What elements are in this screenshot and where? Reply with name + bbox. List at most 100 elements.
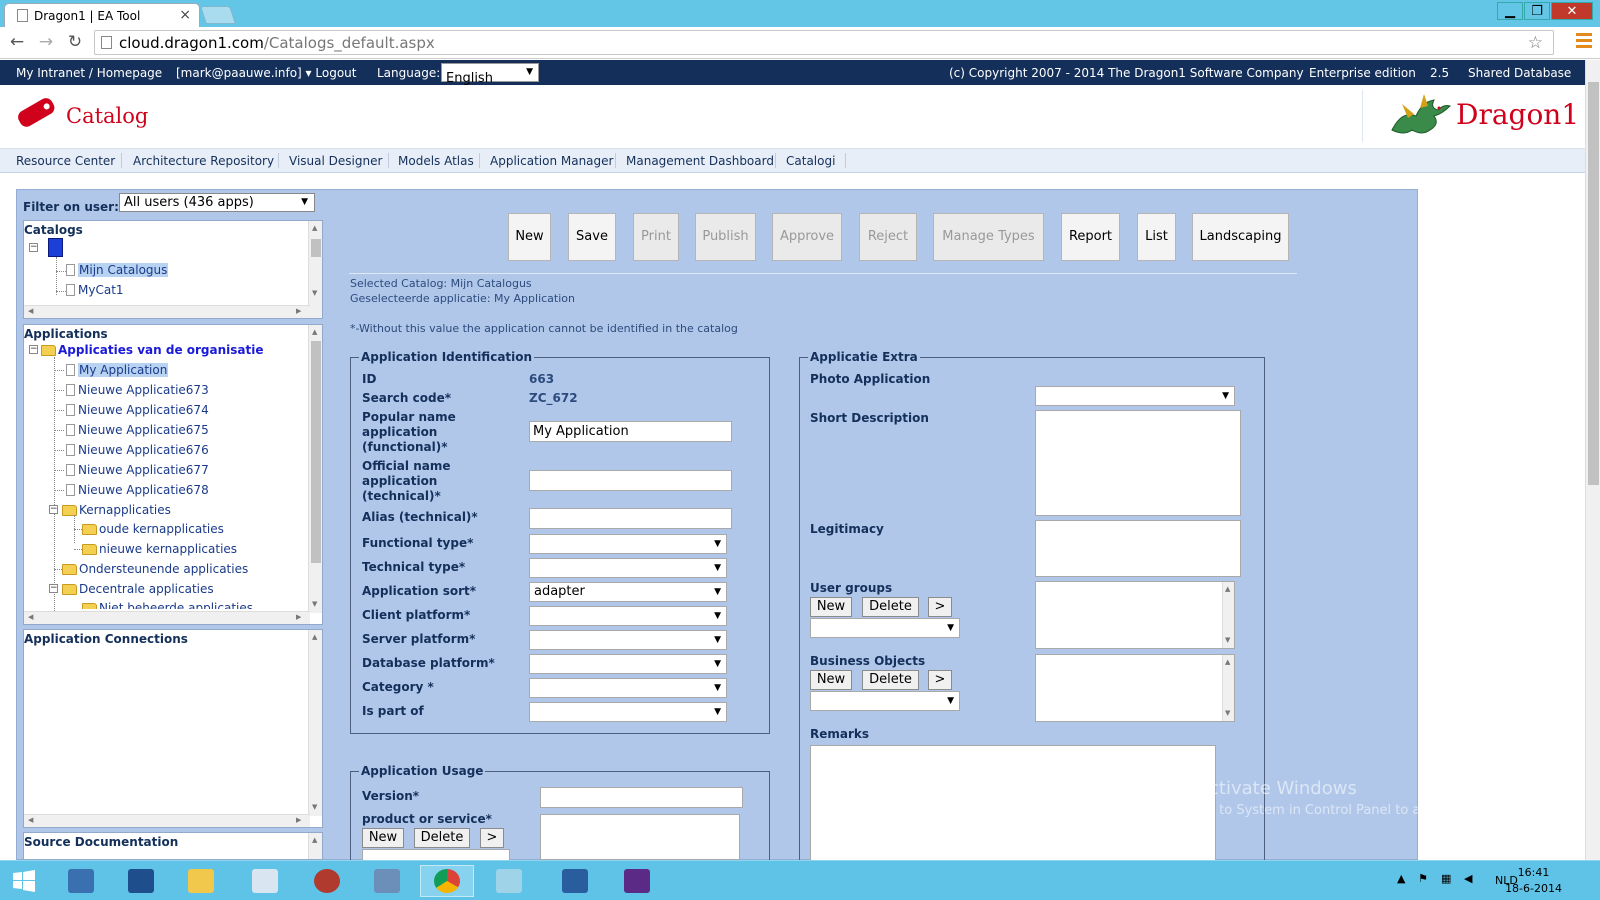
- remote-desktop-icon[interactable]: [548, 865, 602, 897]
- photo-select[interactable]: ▼: [1035, 386, 1235, 406]
- manage-types-button[interactable]: Manage Types: [933, 213, 1044, 261]
- folder-item[interactable]: Decentrale applicaties: [62, 582, 214, 596]
- app-item[interactable]: Nieuwe Applicatie673: [66, 383, 209, 397]
- user-groups-new-button[interactable]: New: [810, 597, 852, 617]
- business-objects-scrollbar[interactable]: ▲ ▼: [1222, 655, 1234, 721]
- is-part-of-select[interactable]: ▼: [529, 702, 727, 722]
- product-delete-button[interactable]: Delete: [414, 828, 470, 848]
- folder-item[interactable]: Ondersteunende applicaties: [62, 562, 248, 576]
- collapse-icon[interactable]: −: [49, 505, 58, 514]
- notepad-icon[interactable]: [482, 865, 536, 897]
- nav-architecture-repository[interactable]: Architecture Repository: [133, 154, 274, 168]
- nav-models-atlas[interactable]: Models Atlas: [398, 154, 474, 168]
- app-item[interactable]: My Application: [66, 363, 169, 377]
- landscaping-button[interactable]: Landscaping: [1192, 213, 1289, 261]
- app-item[interactable]: Nieuwe Applicatie674: [66, 403, 209, 417]
- report-button[interactable]: Report: [1061, 213, 1120, 261]
- tab-close-icon[interactable]: ×: [179, 7, 191, 23]
- network-icon[interactable]: ▦: [1441, 872, 1455, 886]
- version-input[interactable]: [540, 787, 743, 808]
- server-platform-select[interactable]: ▼: [529, 630, 727, 650]
- user-groups-more-button[interactable]: >: [928, 597, 952, 617]
- popular-name-input[interactable]: My Application: [529, 421, 732, 442]
- tray-arrow-icon[interactable]: ▲: [1397, 872, 1411, 886]
- applications-hscrollbar[interactable]: ◀ ▶: [24, 611, 310, 624]
- business-objects-list[interactable]: ▲ ▼: [1035, 654, 1235, 722]
- language-select[interactable]: English ▼: [441, 63, 539, 86]
- collapse-icon[interactable]: −: [49, 584, 58, 593]
- bookmark-star-icon[interactable]: ☆: [1528, 33, 1543, 53]
- tools-icon[interactable]: [360, 865, 414, 897]
- folder-item[interactable]: oude kernapplicaties: [82, 522, 224, 536]
- address-bar[interactable]: cloud.dragon1.com/Catalogs_default.aspx …: [94, 30, 1554, 55]
- publish-button[interactable]: Publish: [695, 213, 756, 261]
- user-groups-scrollbar[interactable]: ▲ ▼: [1222, 582, 1234, 648]
- app-sort-select[interactable]: adapter ▼: [529, 582, 727, 602]
- nav-resource-center[interactable]: Resource Center: [16, 154, 115, 168]
- user-groups-delete-button[interactable]: Delete: [862, 597, 919, 617]
- list-button[interactable]: List: [1137, 213, 1176, 261]
- filter-user-select[interactable]: All users (436 apps) ▼: [119, 193, 315, 212]
- catalog-item[interactable]: MyCat1: [66, 283, 124, 297]
- nav-visual-designer[interactable]: Visual Designer: [289, 154, 382, 168]
- reload-icon[interactable]: ↻: [64, 31, 86, 53]
- forward-icon[interactable]: →: [35, 31, 57, 53]
- maximize-icon[interactable]: ❐: [1524, 2, 1550, 20]
- browser-menu-icon[interactable]: [1576, 33, 1592, 49]
- back-icon[interactable]: ←: [6, 31, 28, 53]
- file-explorer-icon[interactable]: [174, 865, 228, 897]
- user-groups-select[interactable]: ▼: [810, 618, 960, 638]
- technical-type-select[interactable]: ▼: [529, 558, 727, 578]
- user-groups-list[interactable]: ▲ ▼: [1035, 581, 1235, 649]
- app-item[interactable]: Nieuwe Applicatie675: [66, 423, 209, 437]
- business-objects-select[interactable]: ▼: [810, 691, 960, 711]
- folder-item[interactable]: nieuwe kernapplicaties: [82, 542, 237, 556]
- visual-studio-icon[interactable]: [610, 865, 664, 897]
- chrome-icon[interactable]: [420, 865, 474, 897]
- legitimacy-textarea[interactable]: [1035, 520, 1241, 577]
- client-platform-select[interactable]: ▼: [529, 606, 727, 626]
- catalog-root-icon[interactable]: [48, 238, 63, 257]
- app-item[interactable]: Nieuwe Applicatie678: [66, 483, 209, 497]
- approve-button[interactable]: Approve: [772, 213, 842, 261]
- functional-type-select[interactable]: ▼: [529, 534, 727, 554]
- folder-item[interactable]: Kernapplicaties: [62, 503, 171, 517]
- alias-input[interactable]: [529, 508, 732, 529]
- app-item[interactable]: Nieuwe Applicatie677: [66, 463, 209, 477]
- category-select[interactable]: ▼: [529, 678, 727, 698]
- clock[interactable]: 16:41 18-6-2014: [1505, 865, 1562, 897]
- minimize-icon[interactable]: ▁: [1497, 2, 1523, 20]
- page-scrollbar-thumb[interactable]: [1588, 82, 1599, 485]
- intranet-link[interactable]: My Intranet / Homepage: [16, 66, 162, 80]
- business-objects-delete-button[interactable]: Delete: [862, 670, 919, 690]
- nav-application-manager[interactable]: Application Manager: [490, 154, 613, 168]
- product-more-button[interactable]: >: [480, 828, 504, 848]
- business-objects-new-button[interactable]: New: [810, 670, 852, 690]
- collapse-icon[interactable]: −: [29, 243, 38, 252]
- opera-icon[interactable]: [300, 865, 354, 897]
- source-doc-scrollbar[interactable]: ▲: [308, 833, 322, 859]
- remarks-textarea[interactable]: [810, 745, 1216, 860]
- browser-tab[interactable]: Dragon1 | EA Tool ×: [4, 3, 200, 27]
- server-manager-icon[interactable]: [54, 865, 108, 897]
- page-scrollbar[interactable]: [1585, 60, 1600, 860]
- product-select[interactable]: [362, 849, 510, 860]
- app-item[interactable]: Nieuwe Applicatie676: [66, 443, 209, 457]
- official-name-input[interactable]: [529, 470, 732, 491]
- powershell-icon[interactable]: [114, 865, 168, 897]
- action-center-icon[interactable]: ⚑: [1418, 872, 1432, 886]
- start-button[interactable]: [0, 865, 48, 897]
- new-button[interactable]: New: [508, 213, 551, 261]
- collapse-icon[interactable]: −: [29, 345, 38, 354]
- product-service-list[interactable]: [540, 814, 740, 860]
- window-close-icon[interactable]: ✕: [1551, 2, 1593, 20]
- short-description-textarea[interactable]: [1035, 410, 1241, 516]
- catalog-item[interactable]: Mijn Catalogus: [66, 263, 169, 277]
- dragon-logo-icon[interactable]: [1384, 90, 1454, 140]
- new-tab-button[interactable]: [200, 6, 236, 24]
- save-button[interactable]: Save: [568, 213, 616, 261]
- nav-catalogi[interactable]: Catalogi: [786, 154, 835, 168]
- user-logout-link[interactable]: [mark@paauwe.info] ▾ Logout: [176, 66, 356, 80]
- catalogs-scrollbar[interactable]: ▲ ▼: [308, 221, 322, 318]
- connections-hscrollbar[interactable]: ◀ ▶: [24, 814, 310, 827]
